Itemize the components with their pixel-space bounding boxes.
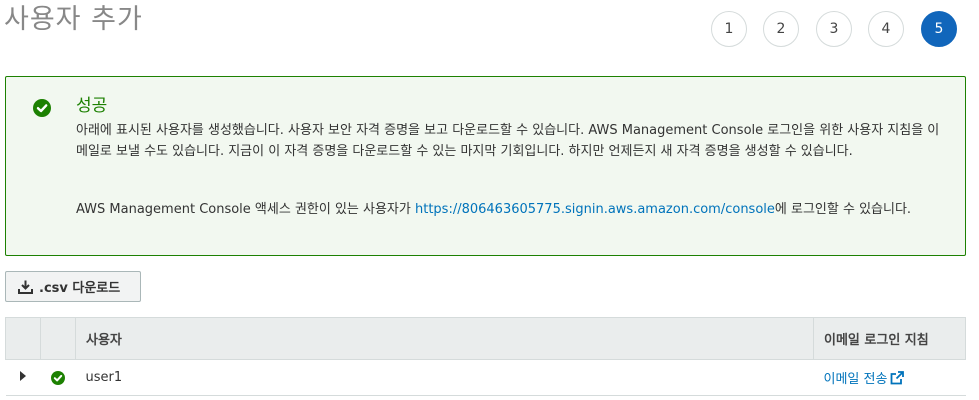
step-2[interactable]: 2 bbox=[763, 11, 799, 47]
user-column-header: 사용자 bbox=[75, 317, 814, 360]
external-link-icon bbox=[890, 371, 905, 385]
step-5-current[interactable]: 5 bbox=[921, 11, 957, 47]
user-name-cell: user1 bbox=[75, 359, 814, 396]
step-4[interactable]: 4 bbox=[868, 11, 904, 47]
download-icon bbox=[18, 280, 33, 294]
status-cell bbox=[40, 359, 76, 396]
send-email-link[interactable]: 이메일 전송 bbox=[823, 371, 905, 387]
check-circle-icon bbox=[33, 99, 51, 117]
email-action-cell: 이메일 전송 bbox=[813, 359, 966, 396]
success-alert: 성공 아래에 표시된 사용자를 생성했습니다. 사용자 보안 자격 증명을 보고… bbox=[5, 76, 966, 256]
success-message: 아래에 표시된 사용자를 생성했습니다. 사용자 보안 자격 증명을 보고 다운… bbox=[76, 123, 940, 159]
users-table: 사용자 이메일 로그인 지침 user1 이메일 전송 bbox=[5, 317, 966, 396]
console-signin-link[interactable]: https://806463605775.signin.aws.amazon.c… bbox=[415, 202, 775, 217]
expand-cell bbox=[5, 359, 41, 396]
status-column-header bbox=[40, 317, 76, 360]
caret-right-icon[interactable] bbox=[20, 371, 26, 381]
console-access-prefix: AWS Management Console 액세스 권한이 있는 사용자가 bbox=[76, 202, 415, 217]
download-csv-button[interactable]: .csv 다운로드 bbox=[5, 271, 141, 302]
table-row: user1 이메일 전송 bbox=[5, 359, 966, 396]
expand-column-header bbox=[5, 317, 41, 360]
console-access-text: AWS Management Console 액세스 권한이 있는 사용자가 h… bbox=[76, 199, 911, 220]
console-access-suffix: 에 로그인할 수 있습니다. bbox=[774, 202, 912, 217]
check-circle-icon bbox=[51, 370, 65, 385]
download-csv-label: .csv 다운로드 bbox=[39, 281, 121, 296]
step-3[interactable]: 3 bbox=[816, 11, 852, 47]
email-instructions-column-header: 이메일 로그인 지침 bbox=[813, 317, 966, 360]
page-title: 사용자 추가 bbox=[4, 4, 143, 35]
step-1[interactable]: 1 bbox=[711, 11, 747, 47]
table-header-row: 사용자 이메일 로그인 지침 bbox=[5, 317, 966, 360]
send-email-label: 이메일 전송 bbox=[823, 372, 888, 387]
success-heading: 성공 bbox=[76, 96, 108, 116]
